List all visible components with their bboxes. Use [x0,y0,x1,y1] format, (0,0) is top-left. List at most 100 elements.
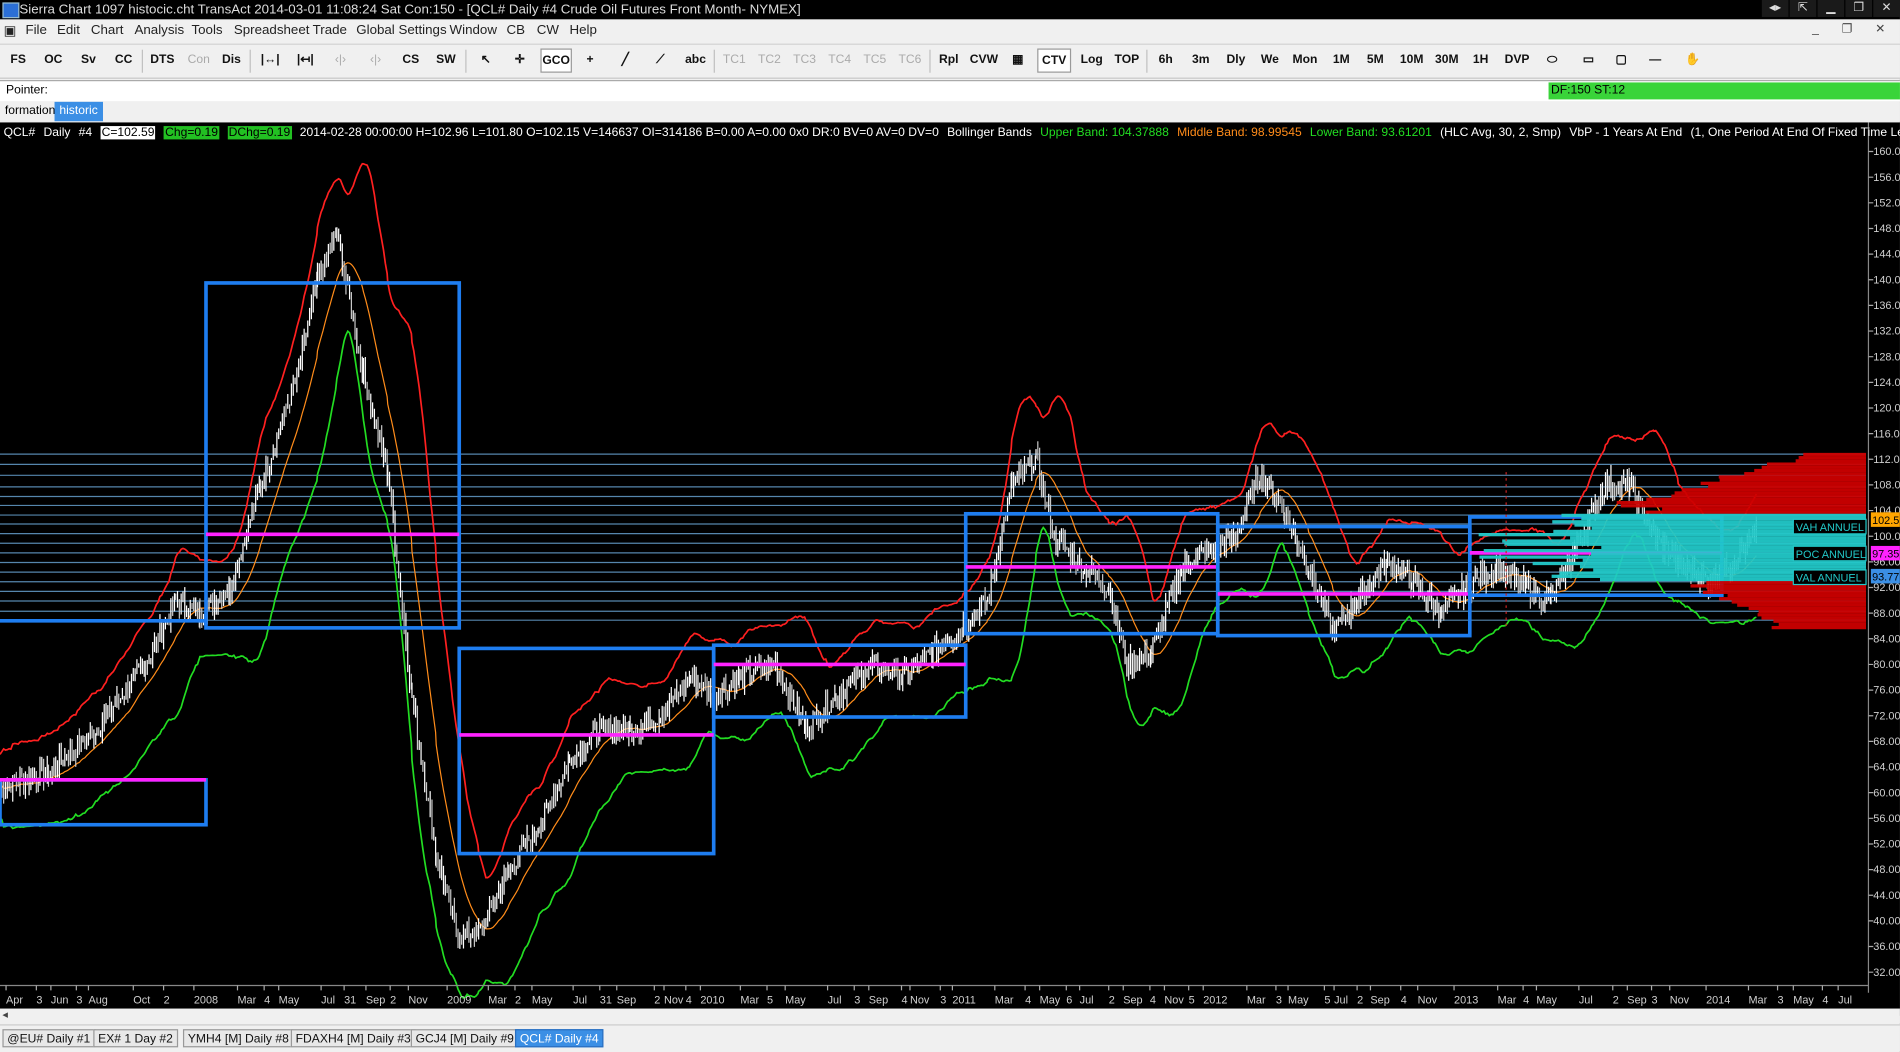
gco-button[interactable]: GCO [540,48,572,73]
ray-tool-icon[interactable]: ⟋ [647,48,674,72]
horizontal-scrollbar[interactable]: ◂ [0,1008,1900,1024]
price-tick-label: 140.00 [1873,274,1900,286]
log-button[interactable]: Log [1078,48,1105,72]
con-button[interactable]: Con [183,48,215,72]
price-tick-label: 148.00 [1873,223,1900,235]
app-icon [2,2,20,19]
period-5m-button[interactable]: 5M [1362,48,1389,72]
change-value: Chg=0.19 [163,126,220,140]
tab-formation[interactable]: formation [0,102,60,121]
tab-fdaxh4-daily[interactable]: FDAXH4 [M] Daily #3 [290,1029,416,1048]
study-params: (HLC Avg, 30, 2, Smp) [1440,126,1562,140]
scroll-left-arrow-icon[interactable]: ◂ [2,1009,7,1022]
vah-label: VAH ANNUEL [1796,522,1864,534]
close-icon[interactable]: ✕ [1873,0,1900,17]
ellipse-tool-icon[interactable]: ⬭ [1539,48,1566,72]
sv-button[interactable]: Sv [75,48,102,72]
tc4-button[interactable]: TC4 [825,48,854,72]
rpl-button[interactable]: Rpl [935,48,962,72]
mdi-window-buttons[interactable]: _ ❐ ✕ [1812,23,1895,36]
price-chart[interactable]: VAH ANNUEL POC ANNUEL VAL ANNUEL 160.00 156.… [0,122,1900,1015]
period-1m-button[interactable]: 1M [1328,48,1355,72]
zoom-in-icon[interactable]: |↔| [257,48,284,72]
cc-button[interactable]: CC [110,48,137,72]
tc6-button[interactable]: TC6 [895,48,924,72]
tc1-button[interactable]: TC1 [720,48,749,72]
time-tick-label: May [532,995,553,1007]
time-tick-label: Oct [133,995,150,1007]
period-1h-button[interactable]: 1H [1467,48,1494,72]
zoom-out-icon[interactable]: |↤| [292,48,319,72]
tab-ex-1day[interactable]: EX# 1 Day #2 [93,1029,178,1048]
menu-edit[interactable]: Edit [57,23,80,38]
scroll-left-icon[interactable]: ‹|› [327,48,354,72]
time-tick-label: Mar [237,995,256,1007]
ctv-button[interactable]: CTV [1037,48,1072,73]
menu-cw[interactable]: CW [537,23,559,38]
period-daily-button[interactable]: Dly [1221,48,1250,72]
tc3-button[interactable]: TC3 [790,48,819,72]
hand-tool-icon[interactable]: ✋ [1677,48,1709,72]
time-tick-label: 3 [1652,995,1658,1007]
tab-qcl-daily[interactable]: QCL# Daily #4 [514,1029,604,1048]
menu-analysis[interactable]: Analysis [134,23,184,38]
price-tick-label: 144.00 [1873,249,1900,261]
dis-button[interactable]: Dis [218,48,245,72]
time-tick-label: May [1288,995,1309,1007]
maximize-icon[interactable]: ❐ [1845,0,1873,17]
period-6h-button[interactable]: 6h [1152,48,1179,72]
menu-tools[interactable]: Tools [191,23,222,38]
price-tick-label: 100.00 [1873,531,1900,543]
volume-profile-bar [1798,456,1867,460]
minimize-icon[interactable]: ▁ [1817,0,1845,17]
menu-help[interactable]: Help [569,23,596,38]
top-button[interactable]: TOP [1112,48,1141,72]
tab-historic[interactable]: historic [54,101,103,122]
menu-cb[interactable]: CB [506,23,525,38]
dom-grid-icon[interactable]: ▦ [1004,48,1031,72]
period-3m-button[interactable]: 3m [1187,48,1214,72]
square-tool-icon[interactable]: ▢ [1608,48,1635,72]
crosshair-icon[interactable]: ✛ [506,48,533,72]
cs-button[interactable]: CS [397,48,424,72]
dts-button[interactable]: DTS [147,48,179,72]
horizontal-line-tool-icon[interactable]: — [1639,48,1671,72]
abc-button[interactable]: abc [682,48,709,72]
menu-global-settings[interactable]: Global Settings [356,23,446,38]
chart-area[interactable]: VAH ANNUEL POC ANNUEL VAL ANNUEL 160.00 156.… [0,122,1900,1016]
cvw-button[interactable]: CVW [968,48,1000,72]
menu-window[interactable]: Window [450,23,497,38]
dvp-button[interactable]: DVP [1501,48,1533,72]
tc2-button[interactable]: TC2 [755,48,784,72]
line-tool-icon[interactable]: ╱ [612,48,639,72]
price-tick-label: 44.00 [1873,890,1900,902]
period-weekly-button[interactable]: We [1257,48,1284,72]
time-tick-label: Sep [1123,995,1142,1007]
pointer-icon[interactable]: ↖ [473,48,500,72]
volume-profile-bar [1504,542,1867,546]
restore-icon[interactable]: ⇱ [1789,0,1817,17]
menu-trade[interactable]: Trade [313,23,347,38]
period-10m-button[interactable]: 10M [1396,48,1428,72]
menu-file[interactable]: File [25,23,46,38]
menu-chart[interactable]: Chart [91,23,124,38]
rectangle-tool-icon[interactable]: ▭ [1573,48,1605,72]
cursor-cross-icon[interactable]: + [577,48,604,72]
fs-button[interactable]: FS [5,48,32,72]
period-monthly-button[interactable]: Mon [1289,48,1321,72]
period-30m-button[interactable]: 30M [1431,48,1463,72]
tab-eu-daily[interactable]: @EU# Daily #1 [2,1029,96,1048]
time-tick-label: 2009 [447,995,471,1007]
sw-button[interactable]: SW [433,48,460,72]
mdi-doc-icon[interactable]: ▣ [4,23,17,39]
menu-spreadsheet[interactable]: Spreadsheet [234,23,310,38]
oc-button[interactable]: OC [40,48,67,72]
status-box: DF:150 ST:12 [1548,82,1900,100]
volume-profile-bar [1561,513,1867,518]
nav-arrows-icon[interactable]: ◂▸ [1761,0,1789,17]
tab-ymh4-daily[interactable]: YMH4 [M] Daily #8 [182,1029,294,1048]
scroll-right-icon[interactable]: ‹|› [362,48,389,72]
tab-gcj4-daily[interactable]: GCJ4 [M] Daily #9 [410,1029,519,1048]
time-tick-label: 5 [1189,995,1195,1007]
tc5-button[interactable]: TC5 [860,48,889,72]
